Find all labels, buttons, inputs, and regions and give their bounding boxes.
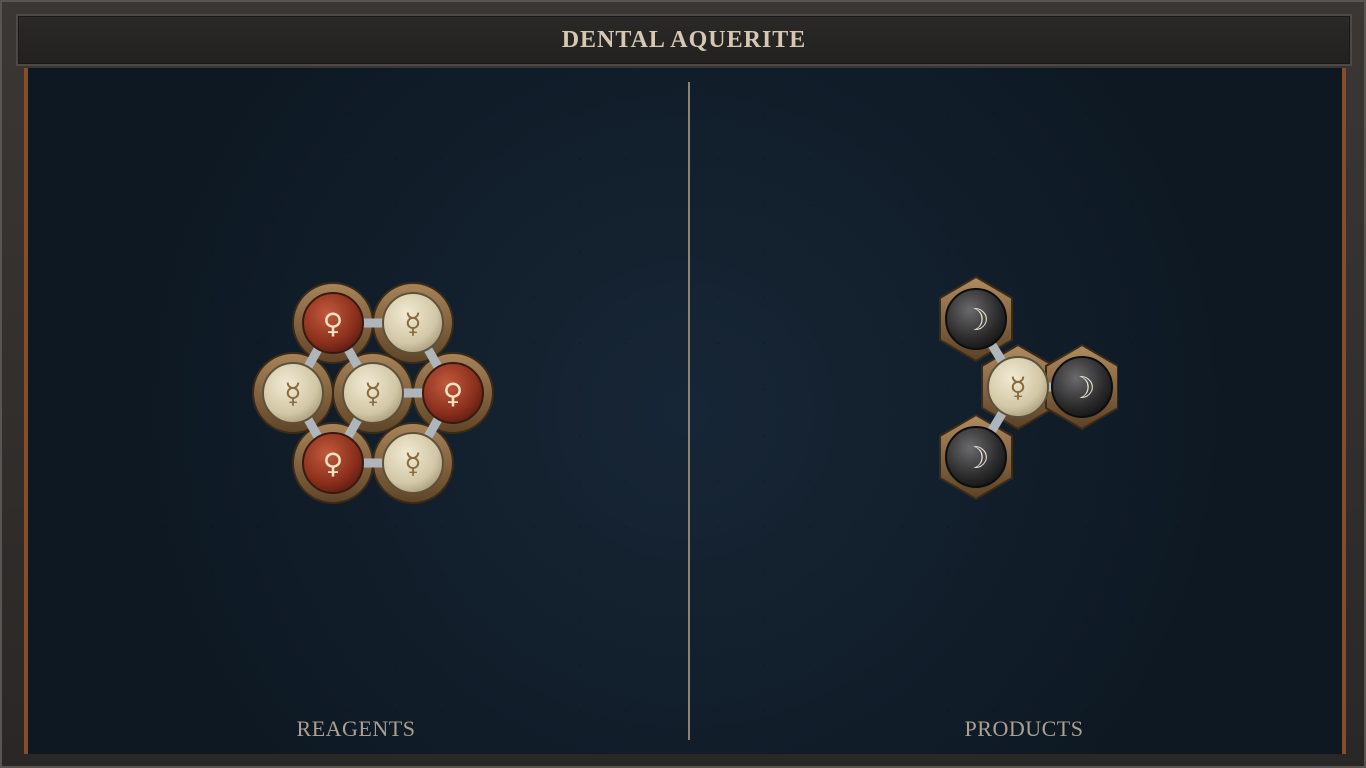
product-molecule: ☽ ☿ ☽ ☽	[939, 275, 1118, 501]
title-bar: DENTAL AQUERITE	[16, 14, 1352, 66]
panel-divider	[688, 82, 690, 740]
venus-icon: ♀	[323, 447, 344, 480]
mercury-icon: ☿	[364, 377, 381, 410]
mercury-icon: ☿	[404, 447, 421, 480]
molecule-title: DENTAL AQUERITE	[561, 26, 807, 53]
venus-icon: ♀	[443, 377, 464, 410]
moon-icon: ☽	[963, 303, 990, 338]
board: ♀ ☿ ☿ ☿ ♀ ♀ ☿ ☽ ☿ ☽ ☽ REAGENTS PRODUCTS	[24, 68, 1346, 754]
moon-icon: ☽	[963, 441, 990, 476]
product-atom-mercury: ☿	[987, 356, 1049, 418]
product-atom-moon-2: ☽	[1051, 356, 1113, 418]
mercury-icon: ☿	[404, 307, 421, 340]
reagent-atom-mercury-1: ☿	[382, 292, 444, 354]
moon-icon: ☽	[1069, 371, 1096, 406]
reagent-atom-mercury-4: ☿	[382, 432, 444, 494]
reagent-atom-venus-3: ♀	[302, 432, 364, 494]
window-frame: DENTAL AQUERITE ♀ ☿ ☿ ☿ ♀ ♀ ☿ ☽ ☿ ☽ ☽ RE…	[0, 0, 1366, 768]
reagent-atom-venus-1: ♀	[302, 292, 364, 354]
reagent-atom-venus-2: ♀	[422, 362, 484, 424]
reagents-label: REAGENTS	[296, 716, 416, 741]
mercury-icon: ☿	[1009, 371, 1026, 404]
mercury-icon: ☿	[284, 377, 301, 410]
product-atom-moon-3: ☽	[945, 426, 1007, 488]
reagent-atom-mercury-2: ☿	[262, 362, 324, 424]
reagent-molecule: ♀ ☿ ☿ ☿ ♀ ♀ ☿	[252, 282, 494, 504]
venus-icon: ♀	[323, 307, 344, 340]
products-label: PRODUCTS	[964, 716, 1084, 741]
product-atom-moon-1: ☽	[945, 288, 1007, 350]
reagent-atom-mercury-3: ☿	[342, 362, 404, 424]
